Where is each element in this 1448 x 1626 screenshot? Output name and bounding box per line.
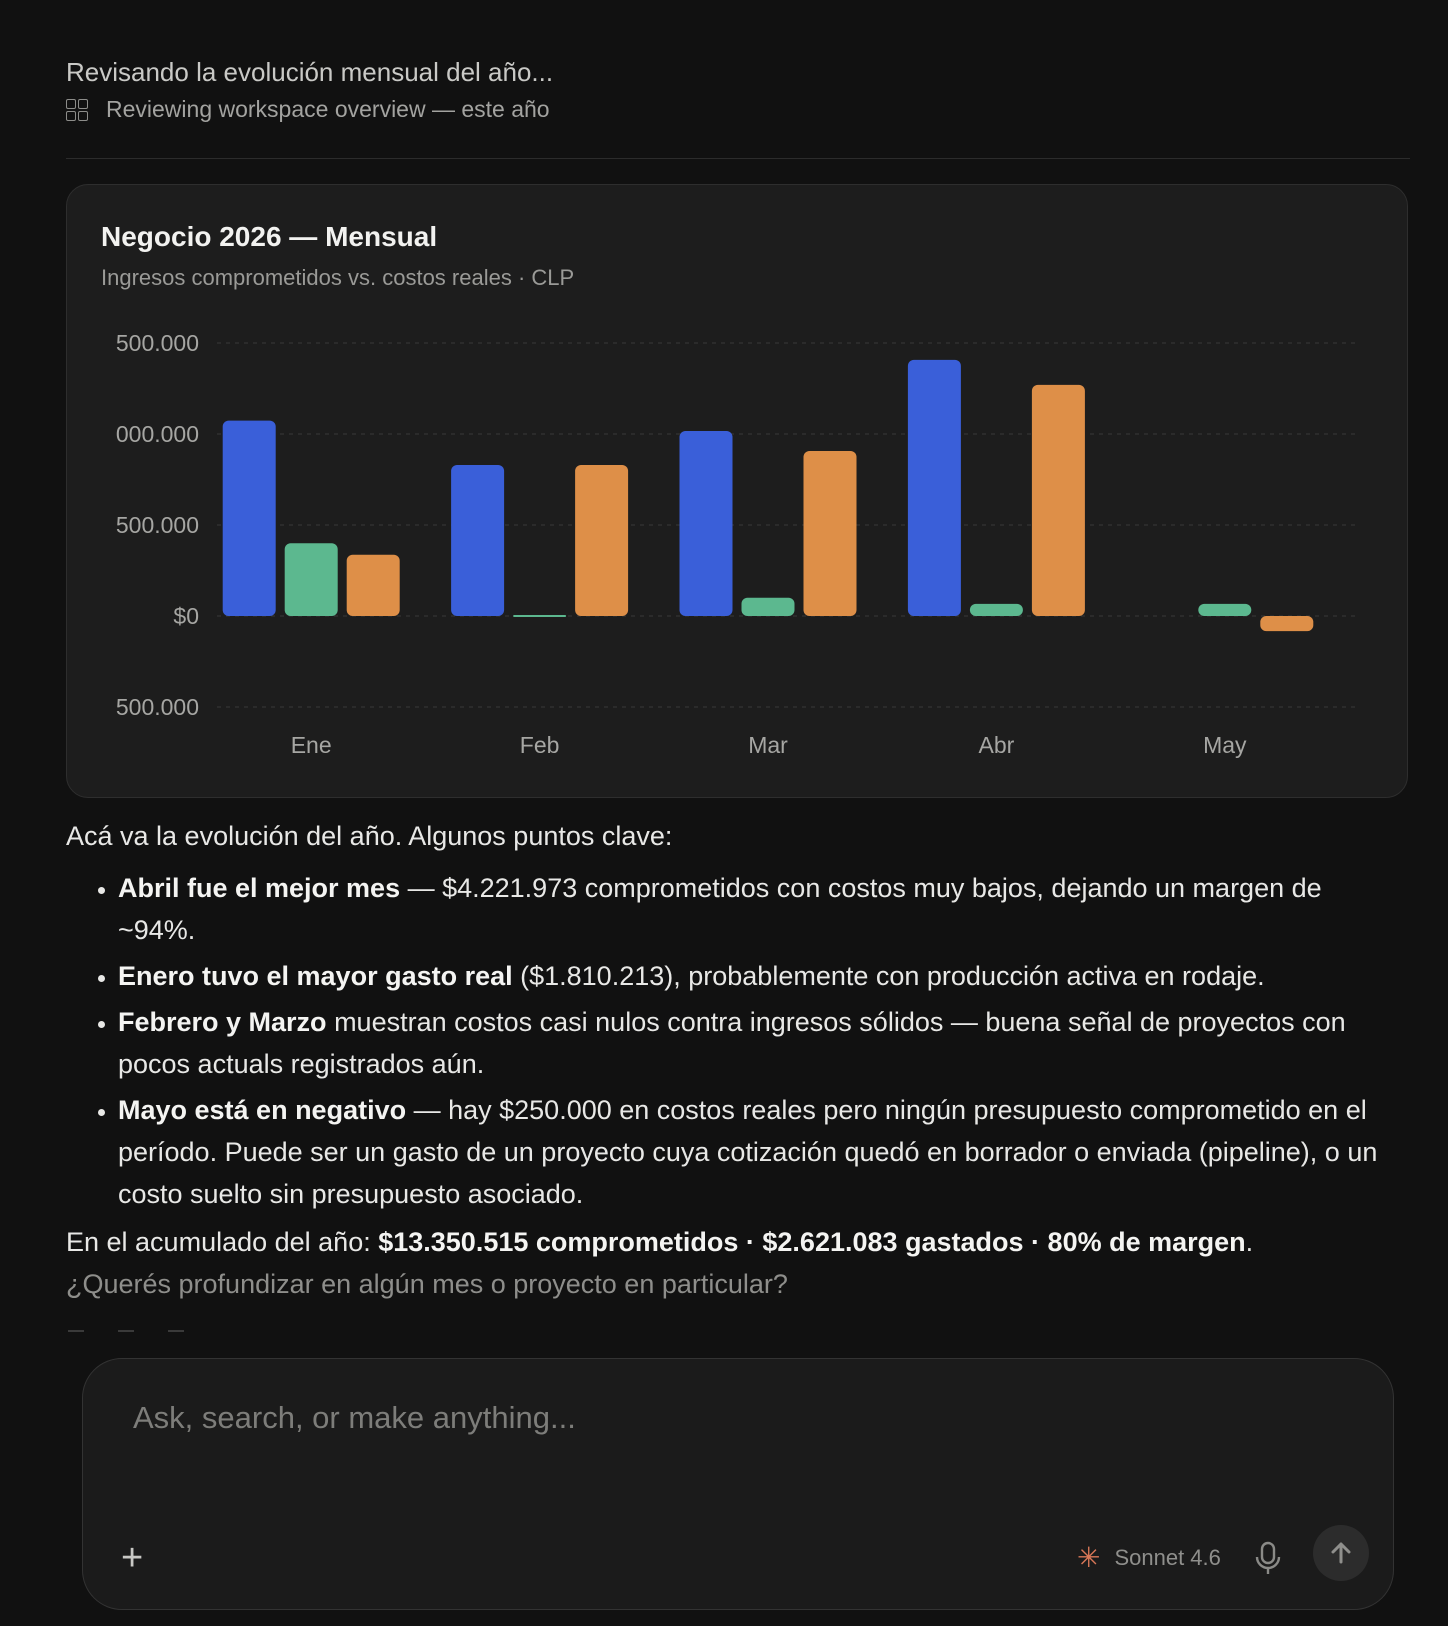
status-header: Revisando la evolución mensual del año..… (66, 54, 553, 123)
y-tick-label: $0 (173, 603, 199, 629)
list-item: Febrero y Marzo muestran costos casi nul… (118, 1001, 1396, 1085)
grid-icon (66, 98, 88, 121)
x-tick-label: Ene (291, 732, 332, 758)
bar (513, 615, 567, 617)
thumbs-up-icon[interactable] (118, 1330, 134, 1340)
response-intro: Acá va la evolución del año. Algunos pun… (66, 821, 673, 851)
model-selector[interactable]: ✳ Sonnet 4.6 (1077, 1542, 1221, 1573)
chart-subtitle: Ingresos comprometidos vs. costos reales… (101, 265, 575, 290)
x-tick-label: Abr (979, 732, 1015, 758)
prompt-input[interactable] (131, 1399, 1235, 1437)
list-item: Enero tuvo el mayor gasto real ($1.810.2… (118, 955, 1396, 997)
bar (346, 554, 400, 616)
x-tick-label: May (1203, 732, 1247, 758)
bar (451, 464, 505, 616)
sparkle-icon: ✳ (1077, 1542, 1101, 1573)
bullet-text: ($1.810.213), probablemente con producci… (512, 961, 1265, 991)
copy-icon[interactable] (68, 1330, 84, 1340)
composer: + ✳ Sonnet 4.6 (82, 1358, 1394, 1610)
x-tick-label: Feb (520, 732, 560, 758)
bullet-bold: Abril fue el mejor mes (118, 873, 401, 903)
y-tick-label: 500.000 (116, 694, 199, 720)
chart-title: Negocio 2026 — Mensual (101, 221, 438, 252)
status-title: Revisando la evolución mensual del año..… (66, 57, 554, 87)
list-item: Mayo está en negativo — hay $250.000 en … (118, 1089, 1396, 1215)
bar (222, 420, 276, 616)
list-item: Abril fue el mejor mes — $4.221.973 comp… (118, 867, 1396, 951)
status-subtitle: Reviewing workspace overview — este año (106, 96, 550, 122)
y-tick-label: 500.000 (116, 330, 199, 356)
summary-bold: $13.350.515 comprometidos · $2.621.083 g… (378, 1227, 1246, 1257)
y-tick-label: 500.000 (116, 512, 199, 538)
summary: En el acumulado del año: $13.350.515 com… (66, 1221, 1396, 1263)
arrow-up-icon (1331, 1542, 1351, 1564)
bar (969, 603, 1023, 616)
status-subtitle-row: Reviewing workspace overview — este año (66, 96, 553, 123)
bar (803, 450, 857, 616)
send-button[interactable] (1313, 1525, 1369, 1581)
bar (575, 464, 629, 616)
bar (679, 430, 733, 616)
bar (284, 543, 338, 616)
bar (1260, 616, 1314, 632)
summary-suffix: . (1245, 1227, 1254, 1257)
microphone-icon[interactable] (1253, 1539, 1283, 1579)
chart-card: 500.000 000.000 500.000 $0 500.000 Ene Feb Mar A… (66, 184, 1408, 798)
message-actions[interactable] (68, 1330, 184, 1340)
bar (907, 359, 961, 616)
bullet-bold: Mayo está en negativo (118, 1095, 407, 1125)
x-tick-label: Mar (748, 732, 788, 758)
summary-prefix: En el acumulado del año: (66, 1227, 379, 1257)
key-points-list: Abril fue el mejor mes — $4.221.973 comp… (66, 867, 1396, 1215)
followup-question: ¿Querés profundizar en algún mes o proye… (66, 1269, 788, 1299)
plus-icon[interactable]: + (121, 1539, 143, 1577)
bar (1198, 603, 1252, 616)
assistant-response: Acá va la evolución del año. Algunos pun… (66, 815, 1396, 1305)
y-tick-label: 000.000 (116, 421, 199, 447)
bar (1031, 384, 1085, 616)
bullet-bold: Febrero y Marzo (118, 1007, 327, 1037)
model-label: Sonnet 4.6 (1114, 1545, 1221, 1570)
bullet-bold: Enero tuvo el mayor gasto real (118, 961, 513, 991)
bar (741, 597, 795, 616)
divider (66, 158, 1410, 159)
thumbs-down-icon[interactable] (168, 1330, 184, 1340)
